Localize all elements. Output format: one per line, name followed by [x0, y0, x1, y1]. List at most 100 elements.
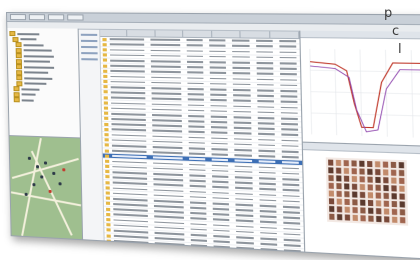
folder-icon — [105, 202, 111, 206]
heatmap-cell — [374, 161, 381, 168]
heatmap-cell — [328, 190, 335, 197]
map-marker-icon[interactable] — [43, 161, 48, 165]
folder-icon — [105, 196, 110, 201]
heatmap-cell — [383, 177, 389, 184]
toolbar-button[interactable] — [9, 14, 27, 21]
heatmap-cell — [359, 176, 365, 183]
folder-icon — [106, 233, 111, 238]
heatmap-cell — [383, 192, 389, 200]
folder-icon — [104, 148, 109, 153]
heatmap-cell — [367, 192, 374, 199]
folder-icon — [103, 106, 109, 110]
heatmap-cell — [383, 185, 389, 192]
map-marker-icon[interactable] — [36, 165, 40, 169]
data-table[interactable] — [100, 29, 305, 260]
map-marker-icon[interactable] — [58, 182, 62, 186]
heatmap-cell — [360, 207, 366, 214]
heatmap-cell — [360, 215, 366, 222]
heatmap-cell — [383, 200, 390, 207]
heatmap-cell — [328, 182, 334, 189]
toolbar-button[interactable] — [67, 14, 84, 21]
folder-icon — [102, 48, 107, 52]
heatmap-cell — [391, 193, 397, 200]
heatmap-cell — [328, 175, 334, 182]
heatmap-cell — [328, 198, 335, 205]
folder-icon — [15, 64, 23, 70]
heatmap-panel[interactable] — [302, 142, 420, 259]
map-marker-icon[interactable] — [27, 156, 31, 160]
line-plot-panel[interactable] — [300, 30, 420, 147]
map-marker-icon[interactable] — [32, 183, 36, 187]
heatmap-cell — [343, 160, 349, 167]
heatmap-cell — [399, 193, 405, 200]
heatmap-cell — [344, 191, 350, 198]
map-marker-icon[interactable] — [48, 189, 52, 194]
heatmap-cell — [367, 168, 373, 175]
heatmap-cell — [390, 169, 397, 176]
folder-icon — [104, 138, 109, 142]
folder-icon — [12, 36, 19, 42]
software-window — [6, 12, 420, 260]
map-marker-icon[interactable] — [62, 168, 66, 172]
heatmap-cell — [351, 183, 358, 190]
heatmap-cell — [384, 216, 390, 223]
caption-text-3: l — [398, 42, 402, 57]
heatmap-cell — [351, 175, 358, 183]
folder-icon — [102, 37, 107, 41]
map-marker-icon[interactable] — [24, 192, 28, 196]
heatmap-cell — [391, 185, 397, 192]
map-marker-icon[interactable] — [40, 175, 44, 179]
heatmap-cell — [375, 200, 382, 207]
heatmap-cell — [336, 175, 342, 182]
folder-icon — [102, 58, 108, 62]
toolbar-button[interactable] — [47, 14, 65, 21]
toolbar-button[interactable] — [28, 14, 46, 21]
folder-icon — [13, 91, 20, 97]
heatmap-cell — [392, 216, 398, 223]
folder-icon — [105, 159, 110, 163]
folder-icon — [105, 186, 110, 190]
folder-icon — [106, 228, 111, 232]
folder-icon — [15, 58, 22, 64]
project-tree[interactable] — [7, 28, 80, 139]
folder-icon — [105, 180, 110, 185]
folder-icon — [9, 31, 16, 37]
folder-icon — [104, 133, 109, 137]
heatmap-cell — [359, 160, 365, 167]
folder-icon — [106, 212, 111, 216]
heatmap-cell — [336, 167, 342, 174]
folder-icon — [104, 117, 109, 121]
heatmap-cell — [390, 161, 397, 169]
folder-icon — [105, 175, 110, 179]
heatmap-cell — [375, 169, 381, 176]
heatmap-cell — [399, 185, 405, 192]
heatmap-cell — [399, 201, 406, 208]
folder-icon — [103, 74, 108, 78]
heatmap-cell — [329, 205, 335, 213]
folder-icon — [16, 80, 23, 86]
heatmap-cell — [329, 213, 335, 220]
folder-icon — [105, 191, 110, 195]
heatmap-cell — [367, 160, 373, 168]
folder-icon — [13, 97, 20, 103]
heatmap-cell — [375, 208, 382, 215]
map-view[interactable] — [9, 136, 83, 240]
caption-text-1: p — [384, 6, 393, 21]
heatmap-cell — [344, 198, 350, 206]
folder-icon — [16, 75, 23, 81]
heatmap-cell — [336, 198, 342, 205]
folder-icon — [102, 64, 108, 68]
heatmap-cell — [383, 208, 390, 215]
heatmap-cell — [398, 162, 405, 169]
heatmap-cell — [343, 167, 350, 175]
heatmap-cell — [352, 214, 358, 221]
folder-icon — [13, 86, 20, 92]
heatmap-cell — [351, 168, 357, 175]
folder-icon — [103, 95, 108, 100]
heatmap-cell — [399, 217, 406, 224]
heatmap — [325, 157, 409, 226]
heatmap-cell — [382, 161, 389, 168]
heatmap-cell — [328, 167, 334, 174]
heatmap-cell — [375, 184, 381, 191]
map-marker-icon[interactable] — [52, 171, 56, 176]
